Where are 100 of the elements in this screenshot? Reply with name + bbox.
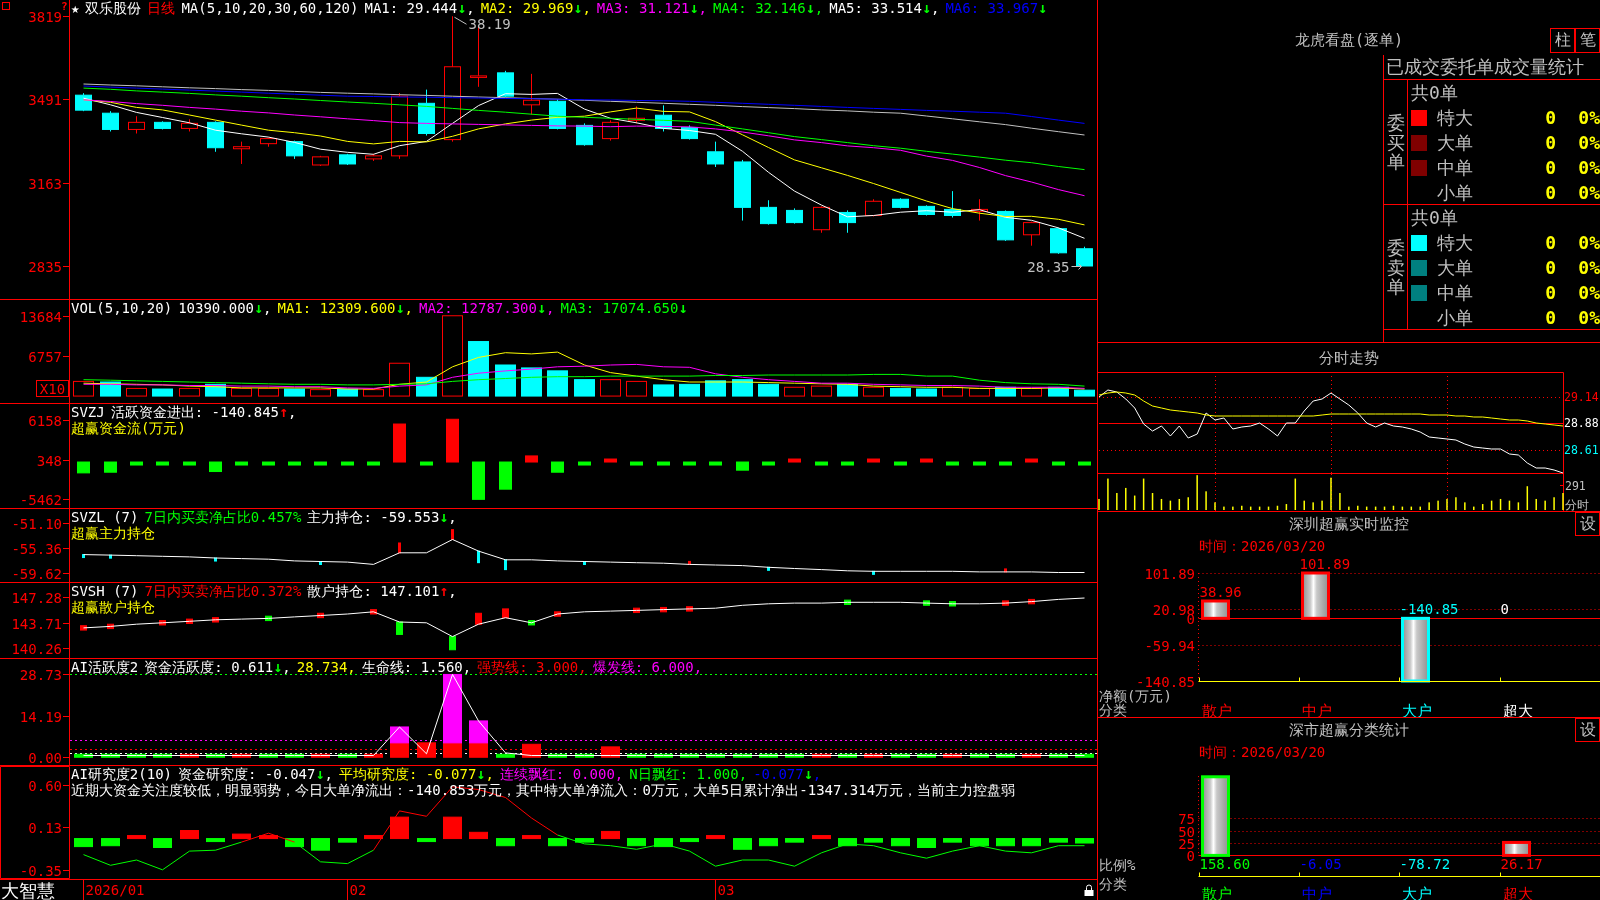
- order-percent: 0%: [1577, 106, 1600, 129]
- category-label: 大户: [1401, 884, 1432, 900]
- order-size-label: 中单: [1437, 281, 1474, 304]
- date-label: 02: [349, 882, 367, 898]
- legend-text: MA3: 31.121↓,: [596, 0, 707, 16]
- axis-label: 0.60: [28, 777, 62, 794]
- axis-label: 348: [36, 452, 62, 469]
- legend-text: 超赢主力持仓: [71, 525, 155, 541]
- axis-title: 分类: [1099, 876, 1127, 893]
- legend-text: MA(5,10,20,30,60,120): [181, 0, 359, 16]
- axis-label: 14.19: [19, 708, 62, 725]
- category-label: 中户: [1301, 884, 1332, 900]
- order-count: 0: [1544, 281, 1556, 304]
- axis-label: 101.89: [1144, 565, 1195, 582]
- order-size-label: 中单: [1437, 156, 1474, 179]
- legend-text: AI活跃度2: [71, 659, 139, 675]
- legend-text: 28.734,: [296, 659, 356, 675]
- value-label: 38.96: [1199, 584, 1242, 600]
- legend-text: 爆发线: 6.000,: [592, 659, 703, 675]
- order-count: 0: [1544, 131, 1556, 154]
- order-percent: 0%: [1577, 231, 1600, 254]
- category-label: 散户: [1201, 701, 1232, 717]
- axis-label: 3491: [28, 91, 62, 108]
- legend-text: 活跃资金进出: -140.845↑,: [110, 404, 297, 420]
- axis-label: 140.26: [11, 640, 62, 657]
- legend-text: -0.077↓,: [753, 766, 822, 782]
- axis-label: -140.85: [1136, 673, 1195, 690]
- legend-text: MA4: 32.146↓,: [713, 0, 824, 16]
- legend-text: VOL(5,10,20): [71, 300, 173, 316]
- axis-label: 291: [1565, 478, 1586, 493]
- category-label: 超大: [1502, 701, 1533, 717]
- date-label: 2026/01: [85, 882, 145, 898]
- legend-text: MA6: 33.967↓: [945, 0, 1048, 16]
- legend-text: MA3: 17074.650↓: [560, 300, 688, 316]
- axis-title: 净额(万元): [1099, 688, 1172, 704]
- legend-text: 日线: [147, 0, 176, 16]
- group-label: 委卖单: [1386, 237, 1405, 298]
- price-label: 38.19: [468, 16, 511, 33]
- legend-text: 7日内买卖净占比0.457%: [144, 509, 302, 525]
- corner-mark: ?: [61, 0, 68, 13]
- legend-text: N日飘红: 1.000,: [629, 766, 748, 782]
- legend-text: 10390.000↓,: [178, 300, 272, 316]
- value-label: -6.05: [1299, 856, 1342, 873]
- axis-label: 147.28: [11, 589, 62, 606]
- date-label: 时间：2026/03/20: [1199, 744, 1326, 760]
- order-percent: 0%: [1577, 156, 1600, 179]
- order-size-label: 小单: [1437, 181, 1474, 204]
- axis-title: 比例%: [1099, 857, 1136, 874]
- axis-label: 28.73: [19, 666, 62, 683]
- order-count: 0: [1544, 181, 1556, 204]
- legend-text: 7日内买卖净占比0.372%: [144, 583, 302, 599]
- order-percent: 0%: [1577, 306, 1600, 329]
- legend-text: 双乐股份: [85, 0, 142, 16]
- order-percent: 0%: [1577, 281, 1600, 304]
- date-label: 03: [717, 882, 735, 898]
- order-percent: 0%: [1577, 181, 1600, 204]
- price-label: 28.35: [1027, 258, 1070, 275]
- value-label: -140.85: [1399, 601, 1459, 618]
- axis-label: -55.36: [11, 540, 62, 557]
- order-percent: 0%: [1577, 256, 1600, 279]
- axis-label: -59.62: [11, 565, 62, 582]
- axis-title: 分时: [1565, 498, 1589, 511]
- axis-label: 0.00: [28, 749, 62, 765]
- legend-text: 散户持仓: 147.101↑,: [307, 583, 457, 599]
- value-label: 101.89: [1299, 556, 1351, 572]
- value-label: 0: [1500, 601, 1509, 618]
- axis-label: 6158: [28, 412, 62, 429]
- total-count: 共0单: [1411, 81, 1458, 104]
- brand-name: 大智慧: [1, 880, 55, 900]
- category-label: 大户: [1401, 701, 1432, 717]
- date-label: 时间：2026/03/20: [1199, 538, 1326, 554]
- axis-label: 28.88: [1564, 416, 1599, 430]
- legend-text: 平均研究度: -0.077↓,: [338, 766, 494, 782]
- order-count: 0: [1544, 231, 1556, 254]
- order-size-label: 特大: [1437, 106, 1474, 129]
- legend-text: 主力持仓: -59.553↓,: [307, 509, 457, 525]
- legend-text: 超赢资金流(万元): [71, 420, 186, 436]
- axis-label: -51.10: [11, 515, 62, 532]
- value-label: 158.60: [1199, 856, 1251, 873]
- legend-text: 生命线: 1.560,: [361, 659, 472, 675]
- order-size-label: 大单: [1437, 131, 1474, 154]
- legend-text: AI研究度2(10): [71, 766, 172, 782]
- legend-text: MA2: 12787.300↓,: [418, 300, 555, 316]
- axis-label: 2835: [28, 258, 62, 275]
- axis-label: 6757: [28, 348, 62, 365]
- axis-label: -59.94: [1144, 637, 1195, 654]
- order-count: 0: [1544, 306, 1556, 329]
- panel-title: 龙虎看盘(逐单): [1294, 30, 1404, 51]
- legend-text: SVSH (7): [71, 583, 139, 599]
- axis-label: 0.13: [28, 819, 62, 836]
- total-count: 共0单: [1411, 206, 1458, 229]
- legend-text: ★: [71, 0, 80, 16]
- legend-text: 资金活跃度: 0.611↓,: [144, 659, 291, 675]
- legend-text: MA1: 29.444↓,: [364, 0, 475, 16]
- axis-label: 13684: [19, 308, 62, 325]
- group-label: 委买单: [1386, 112, 1405, 173]
- axis-label: -5462: [19, 491, 62, 508]
- legend-text: 超赢散户持仓: [71, 599, 155, 615]
- legend-text: 连续飘红: 0.000,: [499, 766, 624, 782]
- table-title: 已成交委托单成交量统计: [1386, 56, 1584, 78]
